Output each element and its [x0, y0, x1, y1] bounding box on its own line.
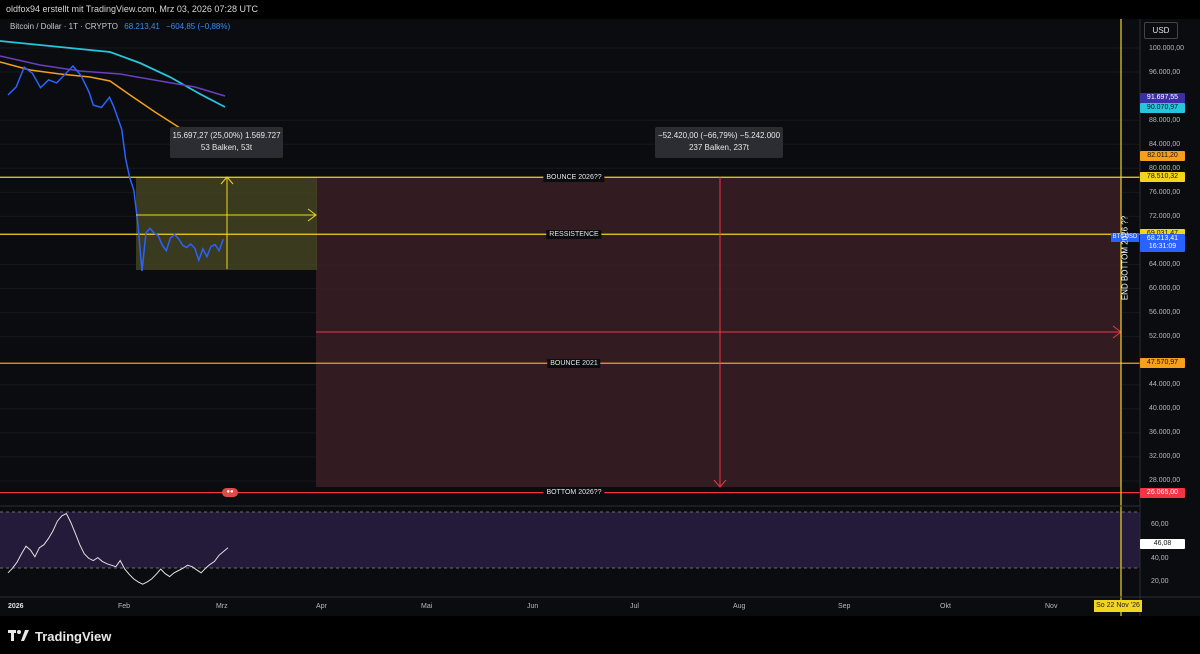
- price-tag: 16:31:09: [1140, 242, 1185, 253]
- price-tick: 96.000,00: [1149, 68, 1181, 76]
- time-tick: Apr: [316, 603, 327, 610]
- rsi-band: [0, 512, 1140, 568]
- price-tick: 28.000,00: [1149, 477, 1181, 485]
- price-tick: 60.000,00: [1149, 285, 1181, 293]
- flag-us-icon[interactable]: ●●: [222, 488, 238, 497]
- time-tick: Jun: [527, 603, 539, 610]
- price-tick: 52.000,00: [1149, 333, 1181, 341]
- time-tick: Jul: [630, 603, 639, 610]
- measure-line1: 15.697,27 (25,00%) 1.569.727: [172, 131, 281, 140]
- time-tick: Nov: [1045, 603, 1058, 610]
- time-tick: Sep: [838, 603, 851, 610]
- time-tick: Aug: [733, 603, 746, 610]
- symbol-price: 68.213,41: [124, 22, 160, 31]
- rsi-tick: 60,00: [1151, 521, 1169, 528]
- time-tick: Feb: [118, 603, 131, 610]
- price-tick: 32.000,00: [1149, 453, 1181, 461]
- time-tick: Mai: [421, 603, 433, 610]
- symbol-change: −604,85 (−0,88%): [166, 22, 231, 31]
- horizontal-line-label: BOUNCE 2026??: [543, 172, 605, 182]
- tradingview-chart-window: oldfox94 erstellt mit TradingView.com, M…: [0, 0, 1200, 654]
- time-tick: 2026: [8, 603, 24, 610]
- time-tick: Okt: [940, 603, 951, 610]
- price-tick: 64.000,00: [1149, 260, 1181, 268]
- brand[interactable]: TradingView: [8, 626, 111, 646]
- measure-box-drop: −52.420,00 (−66,79%) −5.242.000 237 Balk…: [655, 127, 783, 158]
- measure-line2: 237 Balken, 237t: [688, 143, 750, 152]
- rsi-tick: 20,00: [1151, 578, 1169, 585]
- end-bottom-label: END BOTTOM 2026 ??: [1120, 215, 1130, 301]
- symbol-info[interactable]: Bitcoin / Dollar · 1T · CRYPTO 68.213,41…: [10, 22, 230, 31]
- currency-button[interactable]: USD: [1144, 22, 1178, 39]
- rsi-tick: 40,00: [1151, 555, 1169, 562]
- price-tick: 40.000,00: [1149, 405, 1181, 413]
- measure-box-long: 15.697,27 (25,00%) 1.569.727 53 Balken, …: [170, 127, 283, 158]
- price-tick: 76.000,00: [1149, 188, 1181, 196]
- chart-caption: oldfox94 erstellt mit TradingView.com, M…: [0, 0, 1200, 19]
- horizontal-line-label: BOUNCE 2021: [547, 358, 601, 368]
- price-tick: 56.000,00: [1149, 309, 1181, 317]
- price-tag: 82.011,20: [1140, 151, 1185, 162]
- horizontal-line-label: RESSISTENCE: [546, 229, 602, 239]
- brand-name: TradingView: [35, 628, 112, 644]
- price-tag: 78.510,32: [1140, 172, 1185, 183]
- rsi-value-tag: 46,08: [1140, 539, 1185, 549]
- price-tick: 44.000,00: [1149, 381, 1181, 389]
- date-badge: So 22 Nov '26: [1094, 600, 1142, 612]
- price-tag: 47.570,97: [1140, 358, 1185, 369]
- price-tick: 88.000,00: [1149, 116, 1181, 124]
- price-tick: 36.000,00: [1149, 429, 1181, 437]
- horizontal-line-label: BOTTOM 2026??: [543, 488, 605, 498]
- measure-line2: 53 Balken, 53t: [200, 143, 253, 152]
- price-tag: 91.697,55: [1140, 92, 1185, 103]
- symbol-name: Bitcoin / Dollar · 1T · CRYPTO: [10, 22, 119, 31]
- chart-canvas[interactable]: [0, 19, 1200, 616]
- price-tick: 84.000,00: [1149, 140, 1181, 148]
- tradingview-logo-icon: [8, 630, 29, 641]
- measure-line1: −52.420,00 (−66,79%) −5.242.000: [657, 131, 781, 140]
- time-tick: Mrz: [216, 603, 228, 610]
- price-tick: 100.000,00: [1149, 44, 1185, 52]
- footer-bar: TradingView: [0, 616, 1200, 654]
- price-tag: 90.070,97: [1140, 102, 1185, 113]
- price-tag: 26.065,00: [1140, 487, 1185, 498]
- price-tick: 72.000,00: [1149, 212, 1181, 220]
